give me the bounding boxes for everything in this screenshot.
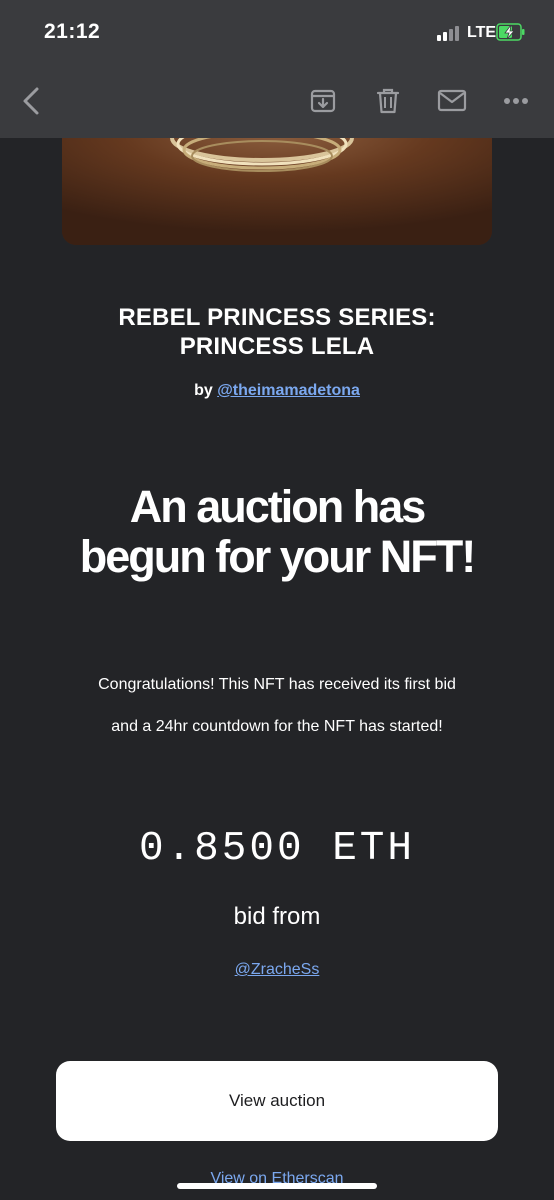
headline: An auction has begun for your NFT! [0, 482, 554, 582]
status-time: 21:12 [44, 20, 101, 43]
back-button[interactable] [14, 84, 48, 118]
message-line1: Congratulations! This NFT has received i… [98, 676, 456, 693]
mail-icon [437, 89, 467, 112]
home-indicator[interactable] [177, 1183, 377, 1189]
creator-byline: by @theimamadetona [0, 382, 554, 400]
nft-image [62, 120, 492, 245]
top-bar: 21:12 LTE [0, 0, 554, 138]
nft-title-line1: REBEL PRINCESS SERIES: [118, 304, 436, 331]
bidder-link[interactable]: @ZracheSs [235, 961, 320, 978]
reply-mail-button[interactable] [435, 84, 469, 118]
headline-line2: begun for your NFT! [79, 531, 476, 582]
more-icon [504, 98, 528, 104]
headline-line1: An auction has [129, 481, 427, 532]
trash-button[interactable] [371, 84, 405, 118]
chevron-left-icon [23, 87, 39, 115]
bid-amount: 0.8500 ETH [138, 826, 416, 872]
more-button[interactable] [499, 84, 533, 118]
archive-icon [310, 89, 336, 113]
email-screen: 21:12 LTE REBEL PRINCESS SERIES: PRINCES… [0, 0, 554, 1200]
battery-charging-icon [496, 23, 525, 41]
nft-title-line2: PRINCESS LELA [179, 333, 375, 360]
ring-icon [62, 120, 492, 245]
by-label: by [194, 382, 213, 399]
archive-button[interactable] [306, 84, 340, 118]
bidder: @ZracheSs [0, 961, 554, 979]
bid-from-label: bid from [233, 903, 321, 930]
signal-icon [437, 25, 463, 41]
nft-title: REBEL PRINCESS SERIES: PRINCESS LELA [0, 303, 554, 361]
view-auction-button[interactable]: View auction [56, 1061, 498, 1141]
network-type: LTE [467, 24, 497, 41]
congrats-message: Congratulations! This NFT has received i… [0, 664, 554, 748]
creator-link[interactable]: @theimamadetona [217, 382, 360, 399]
trash-icon [376, 88, 400, 114]
message-line2: and a 24hr countdown for the NFT has sta… [111, 718, 443, 735]
